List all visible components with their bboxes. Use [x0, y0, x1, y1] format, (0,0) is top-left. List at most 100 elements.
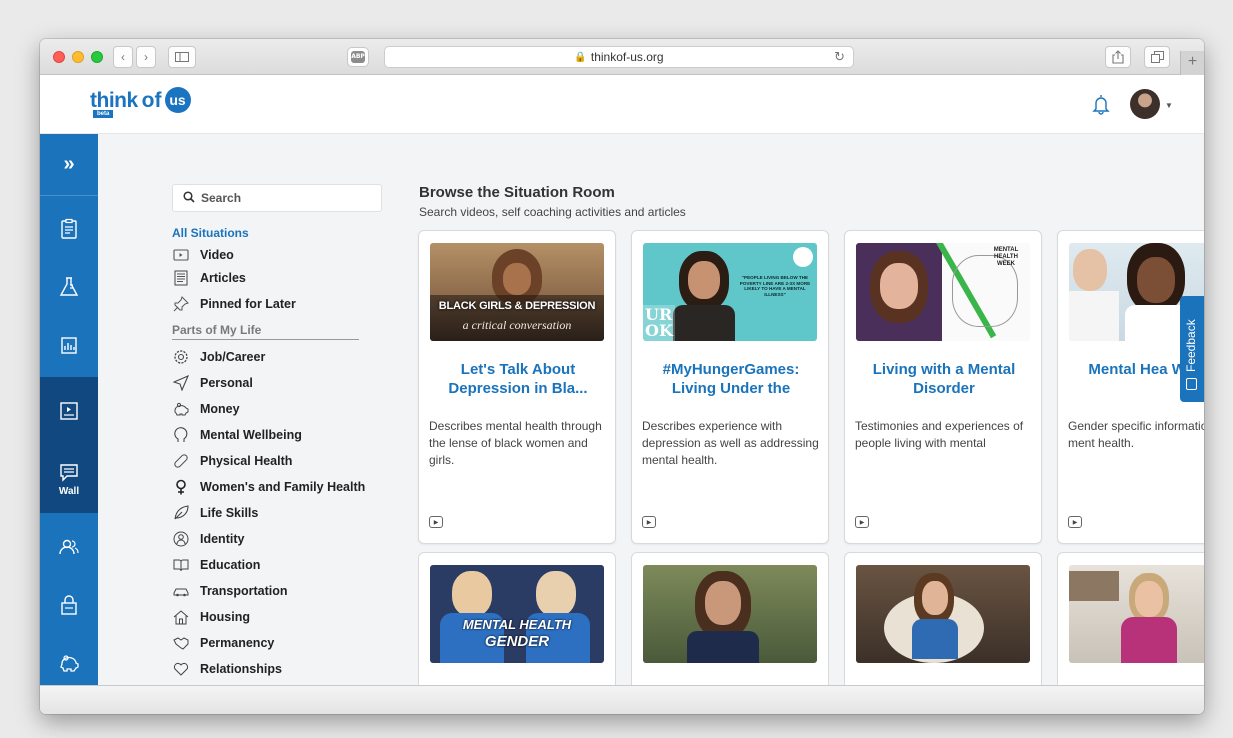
category-job-career[interactable]: Job/Career [172, 344, 402, 370]
browser-window: ‹ › ABP 🔒 thinkof-us.org ↻ + think beta … [40, 39, 1204, 714]
category-label: Pinned for Later [200, 297, 296, 311]
page-title: Browse the Situation Room [419, 184, 615, 201]
category-articles[interactable]: Articles [172, 265, 402, 291]
video-type-icon: ▶ [1068, 516, 1082, 528]
zoom-window-button[interactable] [91, 51, 103, 63]
category-label: Housing [200, 610, 250, 624]
rail-item-media[interactable] [40, 377, 98, 445]
heart-icon [172, 660, 190, 678]
category-mental-wellbeing[interactable]: Mental Wellbeing [172, 422, 402, 448]
share-button[interactable] [1105, 46, 1131, 68]
search-input[interactable]: Search [172, 184, 382, 212]
rail-item-people[interactable] [40, 524, 98, 570]
adblock-extension-button[interactable]: ABP [347, 47, 369, 67]
house-icon [172, 608, 190, 626]
logo-beta-badge: beta [93, 110, 114, 118]
expand-rail-button[interactable]: » [40, 134, 98, 196]
media-icon [60, 402, 78, 420]
parts-of-my-life-heading: Parts of My Life [172, 323, 359, 340]
reload-icon[interactable]: ↻ [834, 49, 845, 65]
bell-icon[interactable] [1092, 93, 1110, 115]
lock-icon: 🔒 [574, 51, 587, 63]
rail-item-clipboard[interactable] [40, 206, 98, 252]
situation-card[interactable]: UR OK "PEOPLE LIVING BELOW THE POVERTY L… [631, 230, 829, 544]
category-label: Relationships [200, 662, 282, 676]
rail-item-reports[interactable] [40, 322, 98, 368]
situation-card[interactable] [1057, 552, 1204, 685]
category-identity[interactable]: Identity [172, 526, 402, 552]
close-window-button[interactable] [53, 51, 65, 63]
category-life-skills[interactable]: Life Skills [172, 500, 402, 526]
video-thumbnail[interactable]: MENTAL HEALTH WEEK [856, 243, 1030, 341]
feedback-tab[interactable]: Feedback [1180, 296, 1204, 402]
category-physical-health[interactable]: Physical Health [172, 448, 402, 474]
card-title[interactable]: Living with a Mental Disorder [855, 360, 1033, 398]
category-label: Life Skills [200, 506, 259, 520]
thumbnail-quote: "PEOPLE LIVING BELOW THE POVERTY LINE AR… [739, 275, 811, 297]
article-icon [172, 269, 190, 287]
video-thumbnail[interactable] [643, 565, 817, 663]
head-icon [172, 426, 190, 444]
address-bar[interactable]: 🔒 thinkof-us.org ↻ [384, 46, 854, 68]
caret-down-icon[interactable]: ▼ [1165, 101, 1173, 110]
handshake-icon [172, 634, 190, 652]
category-relationships[interactable]: Relationships [172, 656, 402, 682]
leaf-icon [172, 504, 190, 522]
search-icon [183, 190, 195, 206]
chevron-right-icon: › [144, 50, 148, 64]
category-label: Job/Career [200, 350, 266, 364]
think-of-us-logo[interactable]: think beta of us [90, 87, 191, 118]
video-thumbnail[interactable] [856, 565, 1030, 663]
tabs-icon [1150, 51, 1164, 63]
category-womens-family-health[interactable]: Women's and Family Health [172, 474, 402, 500]
site-header: think beta of us ▼ [40, 75, 1204, 134]
category-education[interactable]: Education [172, 552, 402, 578]
category-permanency[interactable]: Permanency [172, 630, 402, 656]
category-label: Women's and Family Health [200, 480, 366, 494]
pin-icon [172, 295, 190, 313]
avatar[interactable] [1130, 89, 1160, 119]
person-icon [172, 530, 190, 548]
card-description: Describes mental health through the lens… [429, 419, 602, 467]
situation-card[interactable]: MENTAL HEALTH GENDER [418, 552, 616, 685]
back-button[interactable]: ‹ [113, 46, 133, 68]
page-subtitle: Search videos, self coaching activities … [419, 205, 686, 219]
feedback-icon [1186, 378, 1197, 390]
forward-button[interactable]: › [136, 46, 156, 68]
video-thumbnail[interactable]: MENTAL HEALTH GENDER [430, 565, 604, 663]
category-pinned[interactable]: Pinned for Later [172, 291, 402, 317]
rail-item-wall[interactable]: Wall [40, 445, 98, 513]
card-title[interactable]: #MyHungerGames: Living Under the [642, 360, 820, 398]
category-label: Articles [200, 271, 246, 285]
situation-card[interactable] [631, 552, 829, 685]
tabs-overview-button[interactable] [1144, 46, 1170, 68]
video-thumbnail[interactable] [1069, 565, 1204, 663]
rail-item-secure[interactable] [40, 582, 98, 628]
category-label: Identity [200, 532, 245, 546]
thumbnail-caption: UR OK [643, 305, 675, 341]
category-personal[interactable]: Personal [172, 370, 402, 396]
situation-card[interactable]: MENTAL HEALTH WEEK Living with a Mental … [844, 230, 1042, 544]
left-rail: » Wall [40, 134, 98, 685]
sidebar-icon [175, 52, 189, 62]
thumbnail-subcaption: GENDER [484, 633, 550, 650]
rail-item-lab[interactable] [40, 264, 98, 310]
video-thumbnail[interactable]: BLACK GIRLS & DEPRESSION a critical conv… [430, 243, 604, 341]
category-label: Mental Wellbeing [200, 428, 302, 442]
situation-card[interactable] [844, 552, 1042, 685]
category-money[interactable]: Money [172, 396, 402, 422]
category-video[interactable]: Video [172, 245, 402, 265]
wall-label: Wall [58, 485, 80, 497]
video-thumbnail[interactable]: UR OK "PEOPLE LIVING BELOW THE POVERTY L… [643, 243, 817, 341]
thumbnail-caption: BLACK GIRLS & DEPRESSION [438, 300, 596, 312]
situation-card[interactable]: BLACK GIRLS & DEPRESSION a critical conv… [418, 230, 616, 544]
new-tab-button[interactable]: + [1180, 51, 1204, 75]
category-transportation[interactable]: Transportation [172, 578, 402, 604]
category-housing[interactable]: Housing [172, 604, 402, 630]
sidebar-toggle-button[interactable] [168, 46, 196, 68]
card-title[interactable]: Let's Talk About Depression in Bla... [429, 360, 607, 398]
category-label: Personal [200, 376, 253, 390]
all-situations-link[interactable]: All Situations [172, 226, 402, 240]
rail-item-money[interactable] [40, 640, 98, 686]
minimize-window-button[interactable] [72, 51, 84, 63]
